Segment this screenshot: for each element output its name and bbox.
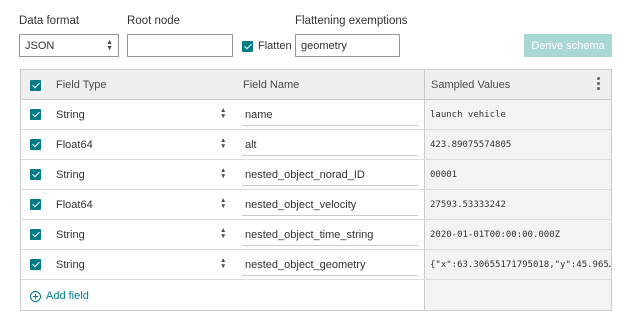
sampled-values-header: Sampled Values	[431, 79, 511, 91]
field-type-value[interactable]: Float64	[56, 199, 93, 211]
sampled-value: launch vehicle	[430, 110, 506, 120]
field-name-input[interactable]: nested_object_velocity	[242, 195, 418, 216]
root-node-input[interactable]	[127, 34, 233, 57]
field-name-input[interactable]: name	[242, 105, 418, 126]
root-node-label: Root node	[127, 15, 181, 27]
type-select-arrows-icon[interactable]: ▲ ▼	[220, 167, 226, 180]
data-format-value: JSON	[25, 39, 55, 52]
field-type-value[interactable]: String	[56, 109, 85, 121]
add-field-label: Add field	[46, 290, 89, 302]
table-row: String ▲ ▼ nested_object_time_string 2020…	[21, 220, 611, 250]
field-name-input[interactable]: alt	[242, 135, 418, 156]
flattening-exemptions-value: geometry	[301, 39, 347, 52]
row-checkbox[interactable]	[30, 109, 41, 120]
schema-table: Field Type Field Name Sampled Values Str…	[20, 69, 612, 311]
sampled-values-header-cell: Sampled Values	[424, 70, 611, 100]
sampled-value: 00001	[430, 170, 458, 180]
table-row: String ▲ ▼ name launch vehicle	[21, 100, 611, 130]
row-checkbox[interactable]	[30, 229, 41, 240]
sampled-value: {"x":63.30655171795018,"y":45.965…	[430, 260, 611, 270]
sampled-value: 2020-01-01T00:00:00.000Z	[430, 230, 561, 240]
type-select-arrows-icon[interactable]: ▲ ▼	[220, 227, 226, 240]
plus-circle-icon	[30, 290, 41, 302]
type-select-arrows-icon[interactable]: ▲ ▼	[220, 197, 226, 210]
table-row: String ▲ ▼ nested_object_norad_ID 00001	[21, 160, 611, 190]
field-type-header: Field Type	[56, 79, 107, 91]
data-format-label: Data format	[19, 15, 80, 27]
flatten-label: Flatten	[258, 40, 292, 52]
table-row: Float64 ▲ ▼ nested_object_velocity 27593.…	[21, 190, 611, 220]
table-header: Field Type Field Name Sampled Values	[21, 70, 611, 100]
field-type-value[interactable]: String	[56, 229, 85, 241]
row-checkbox[interactable]	[30, 139, 41, 150]
field-name-input[interactable]: nested_object_time_string	[242, 225, 418, 246]
type-select-arrows-icon[interactable]: ▲ ▼	[220, 257, 226, 270]
row-checkbox[interactable]	[30, 259, 41, 270]
field-name-header: Field Name	[243, 79, 300, 91]
row-checkbox[interactable]	[30, 169, 41, 180]
row-checkbox[interactable]	[30, 199, 41, 210]
select-all-checkbox[interactable]	[30, 80, 41, 91]
flatten-checkbox[interactable]	[242, 40, 253, 52]
table-row: String ▲ ▼ nested_object_geometry {"x":63…	[21, 250, 611, 280]
sampled-value: 423.89075574805	[430, 140, 512, 150]
sampled-value: 27593.53333242	[430, 200, 506, 210]
field-type-value[interactable]: String	[56, 259, 85, 271]
flatten-toggle[interactable]: Flatten	[242, 40, 292, 52]
field-type-value[interactable]: Float64	[56, 139, 93, 151]
type-select-arrows-icon[interactable]: ▲ ▼	[220, 137, 226, 150]
derive-schema-button[interactable]: Derive schema	[524, 34, 612, 57]
flattening-exemptions-input[interactable]: geometry	[295, 34, 400, 57]
add-field-button[interactable]: Add field	[30, 290, 89, 302]
flattening-exemptions-label: Flattening exemptions	[295, 15, 408, 27]
field-type-value[interactable]: String	[56, 169, 85, 181]
field-name-input[interactable]: nested_object_geometry	[242, 255, 418, 276]
table-row: Float64 ▲ ▼ alt 423.89075574805	[21, 130, 611, 160]
more-options-icon[interactable]	[597, 77, 601, 90]
select-arrows-icon: ▲ ▼	[106, 39, 113, 52]
type-select-arrows-icon[interactable]: ▲ ▼	[220, 107, 226, 120]
field-name-input[interactable]: nested_object_norad_ID	[242, 165, 418, 186]
data-format-select[interactable]: JSON ▲ ▼	[19, 34, 119, 57]
